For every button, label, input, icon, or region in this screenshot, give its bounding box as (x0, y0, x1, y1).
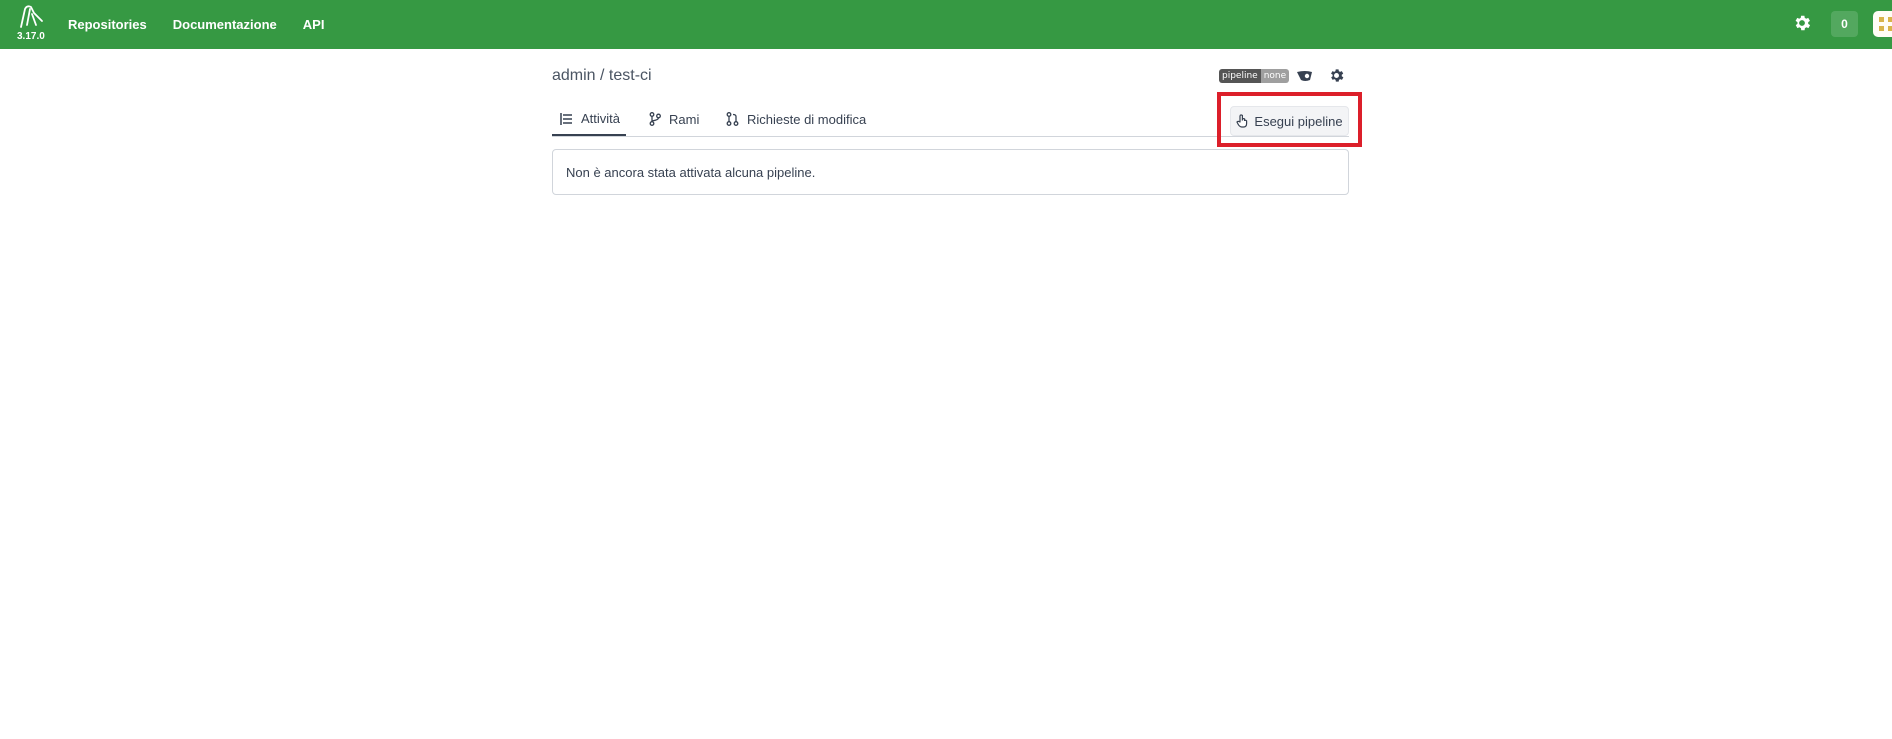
bird-icon (20, 5, 43, 28)
run-pipeline-button[interactable]: Esegui pipeline (1230, 106, 1349, 136)
pipeline-status-badge[interactable]: pipeline none (1219, 69, 1290, 83)
repo-title[interactable]: admin / test-ci (552, 67, 652, 85)
pull-request-icon (726, 112, 739, 126)
user-avatar[interactable] (1873, 11, 1892, 37)
app-version: 3.17.0 (17, 31, 45, 42)
repo-settings-gear-icon[interactable] (1328, 67, 1345, 89)
settings-gear-icon[interactable] (1792, 13, 1812, 33)
nav-api[interactable]: API (303, 17, 325, 32)
tab-label: Rami (669, 111, 700, 127)
branch-icon (649, 112, 661, 126)
nav-documentation[interactable]: Documentazione (173, 17, 277, 32)
tab-label: Attività (581, 111, 621, 126)
nav-repositories[interactable]: Repositories (68, 17, 147, 32)
main-nav: Repositories Documentazione API (68, 0, 350, 49)
woodpecker-logo[interactable]: 3.17.0 (14, 5, 50, 45)
tab-label: Richieste di modifica (747, 111, 867, 127)
empty-pipelines-panel: Non è ancora stata attivata alcuna pipel… (552, 149, 1349, 195)
hand-pointer-icon (1236, 114, 1248, 128)
empty-message: Non è ancora stata attivata alcuna pipel… (566, 164, 816, 180)
tab-branches[interactable]: Rami (649, 103, 699, 135)
top-navbar: 3.17.0 Repositories Documentazione API 0 (0, 0, 1892, 49)
gitea-icon[interactable] (1296, 69, 1314, 88)
tab-pull-requests[interactable]: Richieste di modifica (726, 103, 866, 135)
running-builds-counter[interactable]: 0 (1831, 11, 1858, 37)
badge-label: pipeline (1219, 69, 1261, 83)
badge-value: none (1260, 69, 1290, 83)
run-pipeline-label: Esegui pipeline (1254, 113, 1343, 129)
tab-activity[interactable]: Attività (552, 103, 627, 136)
list-icon (560, 112, 572, 125)
